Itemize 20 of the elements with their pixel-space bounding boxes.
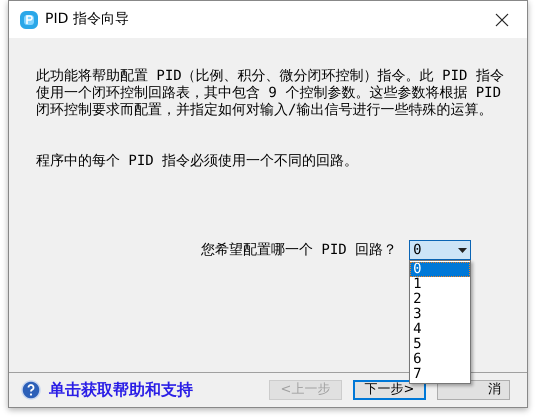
loop-question: 您希望配置哪一个 PID 回路？ [201, 242, 398, 258]
loop-dropdown[interactable]: 0 [409, 240, 472, 260]
help-link[interactable]: 单击获取帮助和支持 [49, 378, 193, 402]
dropdown-option[interactable]: 1 [410, 277, 470, 292]
dropdown-option[interactable]: 5 [410, 337, 470, 352]
help-icon [21, 380, 41, 400]
app-icon [19, 10, 39, 30]
intro-text: 此功能将帮助配置 PID（比例、积分、微分闭环控制）指令。此 PID 指令使用一个闭环控制回路表，其中包含 9 个控制参数。这些参数将根据 PID 闭环控制要求而配置，并指定如何对输入/输出信号进行一些特殊的运算。 [36, 68, 505, 119]
note-text: 程序中的每个 PID 指令必须使用一个不同的回路。 [36, 153, 360, 170]
dropdown-option[interactable]: 3 [410, 307, 470, 322]
wizard-button[interactable]: 消 [437, 380, 510, 400]
close-icon [495, 12, 509, 26]
dropdown-option[interactable]: 2 [410, 292, 470, 307]
dropdown-option[interactable]: 0 [410, 262, 470, 277]
dropdown-option[interactable]: 4 [410, 322, 470, 337]
wizard-button[interactable]: 下一步> [353, 380, 426, 400]
dropdown-option[interactable]: 7 [410, 367, 470, 382]
caret-icon [458, 248, 468, 252]
dropdown-option[interactable]: 6 [410, 352, 470, 367]
window-title: PID 指令向导 [45, 10, 129, 29]
